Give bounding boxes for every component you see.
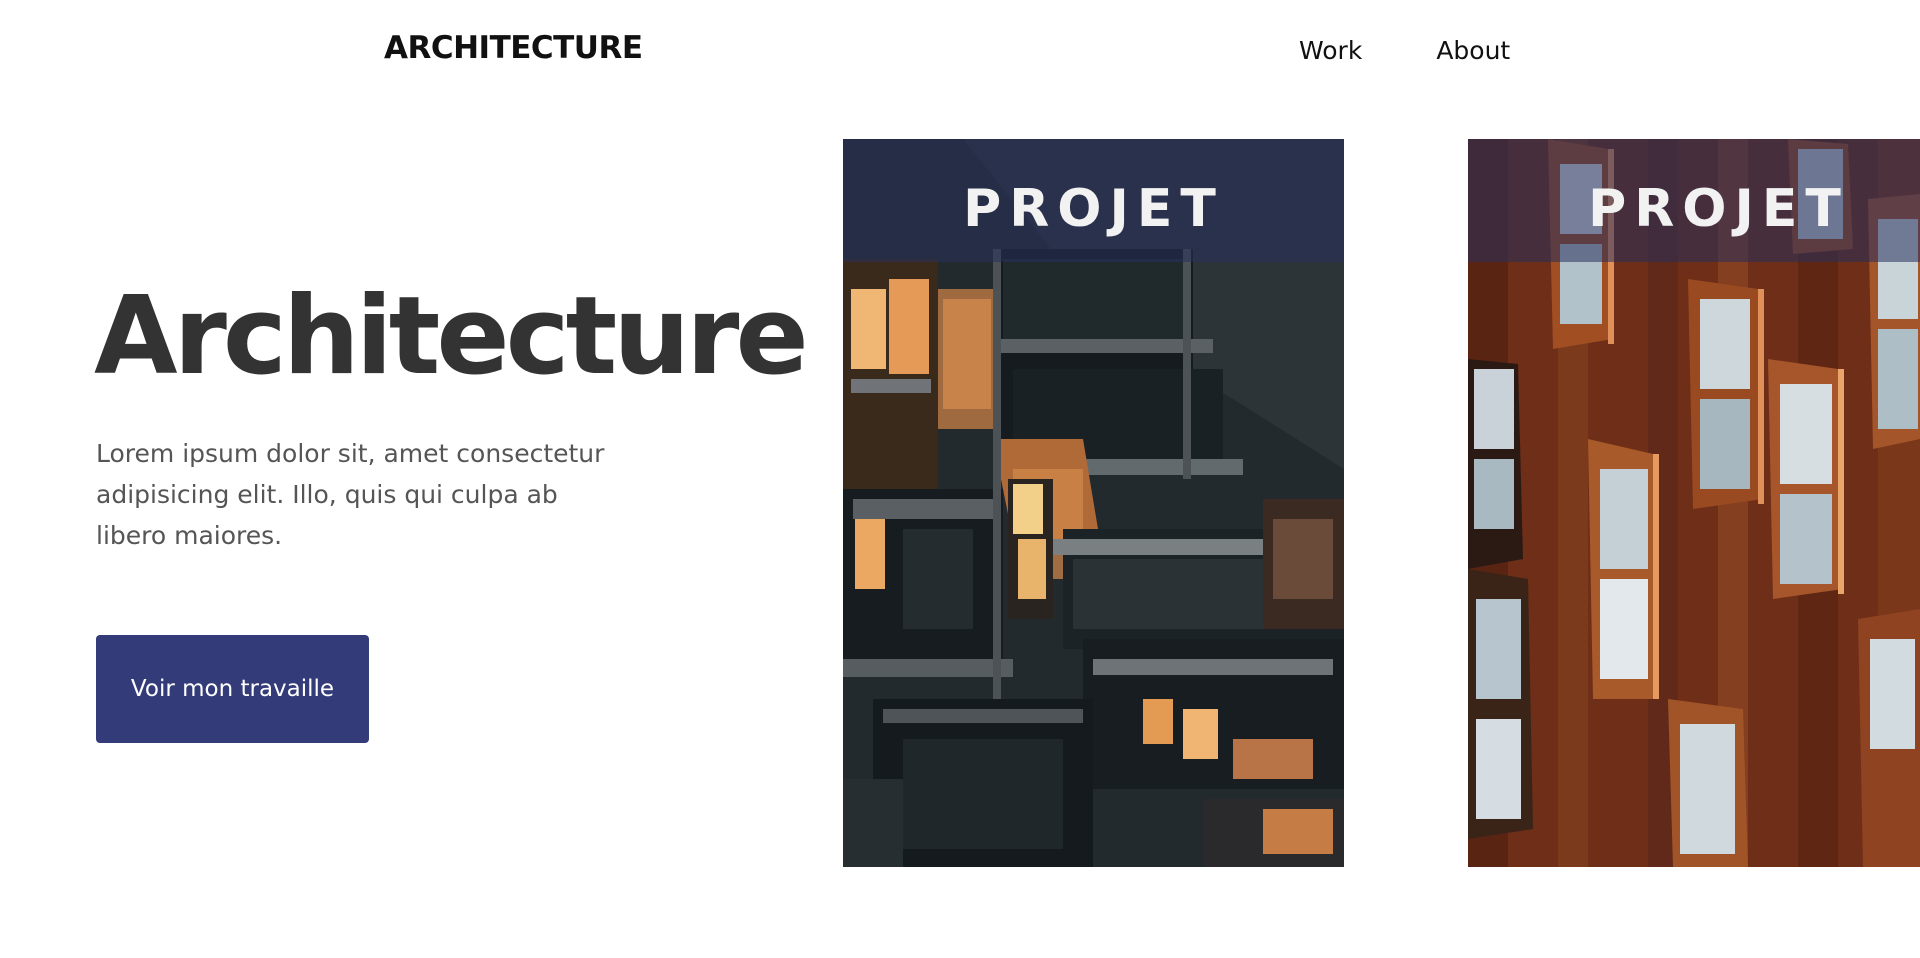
site-logo[interactable]: ARCHITECTURE [384,30,643,66]
nav-link-work[interactable]: Work [1299,36,1362,65]
project-card-1-title: PROJET [963,179,1224,239]
hero-description: Lorem ipsum dolor sit, amet consectetur … [96,439,605,550]
main-nav: Work About [1299,36,1510,65]
project-card-1[interactable]: PROJET [843,139,1344,867]
nav-link-about[interactable]: About [1436,36,1510,65]
hero-title: Architecture [94,274,809,399]
site-header: ARCHITECTURE Work About [0,0,1920,100]
project-card-2[interactable]: PROJET [1468,139,1920,867]
view-work-button[interactable]: Voir mon travaille [96,635,369,743]
project-card-2-title: PROJET [1588,179,1849,239]
